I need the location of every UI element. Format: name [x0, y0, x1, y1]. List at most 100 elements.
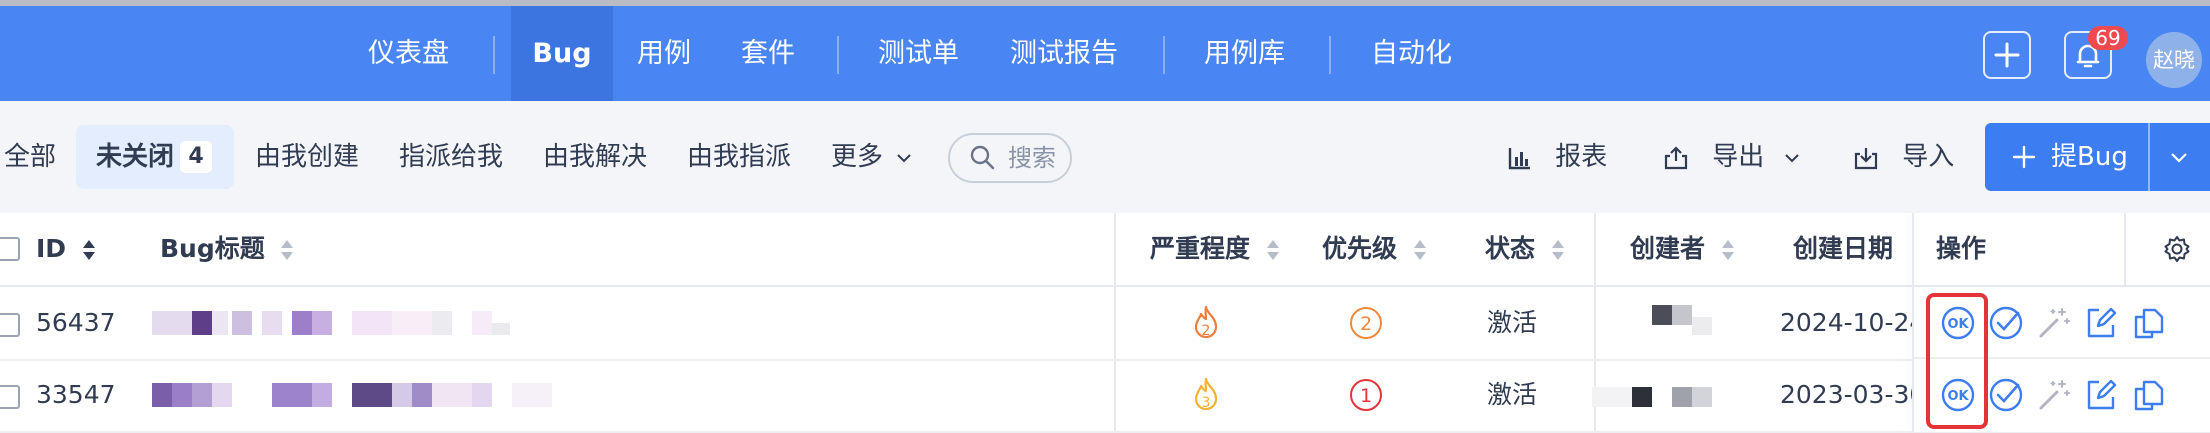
highlight-box [1926, 293, 1988, 429]
bug-table: ID Bug标题 严重程度 优先级 状态 创建者 创建日期 56437 2 2 … [0, 213, 2210, 433]
priority-value: 2 [1360, 313, 1372, 335]
filter-assigned-by-me[interactable]: 由我指派 [687, 101, 791, 213]
top-navigation: 仪表盘 Bug 用例 套件 测试单 测试报告 用例库 自动化 69 赵晓 [0, 6, 2210, 101]
search-icon [970, 145, 995, 170]
create-bug-button[interactable]: 提Bug [1985, 123, 2210, 191]
notification-count-badge: 69 [2088, 26, 2128, 50]
row-checkbox[interactable] [0, 313, 20, 337]
nav-suites[interactable]: 套件 [741, 6, 795, 101]
export-button[interactable]: 导出 [1662, 101, 1801, 213]
col-status[interactable]: 状态 [1485, 213, 1566, 285]
resolve-check-icon[interactable] [1987, 376, 2025, 414]
severity-value: 3 [1202, 395, 1211, 411]
select-all-checkbox[interactable] [0, 237, 20, 261]
copy-icon[interactable] [2130, 376, 2168, 414]
nav-separator [493, 36, 495, 74]
col-created-date-label: 创建日期 [1793, 234, 1894, 263]
assign-wand-icon[interactable] [2035, 304, 2073, 342]
col-id[interactable]: ID [36, 213, 97, 285]
nav-bug[interactable]: Bug [511, 6, 613, 101]
create-bug-label: 提Bug [2051, 142, 2128, 172]
sort-icon [1413, 240, 1426, 260]
filter-more[interactable]: 更多 [831, 101, 913, 213]
nav-test-reports[interactable]: 测试报告 [1010, 6, 1118, 101]
priority-value: 1 [1360, 385, 1372, 407]
col-actions-label: 操作 [1936, 234, 1987, 263]
edit-icon[interactable] [2082, 376, 2120, 414]
filter-unclosed-label: 未关闭 [96, 142, 175, 172]
search-input[interactable]: 搜索 [948, 133, 1072, 183]
nav-case-library[interactable]: 用例库 [1204, 6, 1285, 101]
column-divider [2124, 213, 2126, 285]
filter-more-label: 更多 [831, 142, 884, 172]
col-severity-label: 严重程度 [1150, 234, 1251, 263]
severity-flame-icon: 3 [1194, 377, 1218, 411]
chevron-down-icon [1784, 153, 1799, 162]
created-date: 2023-03-30 [1780, 380, 1926, 409]
report-label: 报表 [1555, 142, 1608, 172]
severity-flame-icon: 2 [1194, 305, 1218, 339]
table-row[interactable]: 33547 3 1 激活 2023-03-30 [0, 359, 2210, 433]
filter-unclosed[interactable]: 未关闭 4 [76, 125, 234, 189]
filter-created-by-me[interactable]: 由我创建 [255, 101, 359, 213]
bar-chart-icon [1508, 147, 1530, 169]
status-text: 激活 [1487, 380, 1538, 409]
col-severity[interactable]: 严重程度 [1150, 213, 1281, 285]
col-creator[interactable]: 创建者 [1630, 213, 1736, 285]
sort-icon [1721, 240, 1734, 260]
table-header: ID Bug标题 严重程度 优先级 状态 创建者 创建日期 [0, 213, 2210, 287]
filter-toolbar: 全部 未关闭 4 由我创建 指派给我 由我解决 由我指派 更多 搜索 报表 导出… [0, 101, 2210, 213]
plus-icon [2012, 145, 2036, 169]
import-icon [1854, 147, 1878, 169]
nav-cases[interactable]: 用例 [637, 6, 691, 101]
import-button[interactable]: 导入 [1852, 101, 1954, 213]
report-button[interactable]: 报表 [1507, 101, 1607, 213]
avatar[interactable]: 赵晓 [2146, 32, 2202, 88]
chevron-down-icon[interactable] [2169, 147, 2189, 167]
actions-column-divider [1912, 213, 1914, 432]
nav-separator [1163, 36, 1165, 74]
edit-icon[interactable] [2082, 304, 2120, 342]
priority-circle-icon: 1 [1350, 379, 1382, 411]
row-checkbox[interactable] [0, 385, 20, 409]
col-priority-label: 优先级 [1322, 234, 1398, 263]
status-text: 激活 [1487, 308, 1538, 337]
settings-gear-icon[interactable] [2162, 234, 2192, 264]
nav-separator [837, 36, 839, 74]
bug-id[interactable]: 56437 [36, 287, 116, 359]
import-label: 导入 [1902, 142, 1955, 172]
col-created-date[interactable]: 创建日期 [1793, 213, 1893, 285]
filter-assigned-to-me[interactable]: 指派给我 [399, 101, 503, 213]
sort-icon [281, 240, 294, 260]
copy-icon[interactable] [2130, 304, 2168, 342]
col-creator-label: 创建者 [1630, 234, 1706, 263]
sort-icon [82, 240, 95, 260]
export-label: 导出 [1712, 142, 1765, 172]
search-placeholder: 搜索 [1008, 144, 1056, 172]
nav-dashboard[interactable]: 仪表盘 [368, 6, 449, 101]
chevron-down-icon [897, 153, 911, 162]
priority-circle-icon: 2 [1350, 307, 1382, 339]
nav-automation[interactable]: 自动化 [1371, 6, 1452, 101]
plus-icon [1994, 42, 2020, 68]
col-title-label: Bug标题 [160, 234, 265, 263]
severity-value: 2 [1202, 323, 1211, 339]
col-status-label: 状态 [1485, 234, 1536, 263]
sort-icon [1551, 240, 1564, 260]
export-icon [1664, 145, 1688, 169]
created-date: 2024-10-24 [1780, 308, 1926, 337]
filter-resolved-by-me[interactable]: 由我解决 [543, 101, 647, 213]
filter-all[interactable]: 全部 [4, 101, 56, 213]
filter-count-badge: 4 [180, 141, 212, 173]
add-button[interactable] [1983, 31, 2031, 79]
assign-wand-icon[interactable] [2035, 376, 2073, 414]
col-title[interactable]: Bug标题 [160, 213, 295, 285]
col-priority[interactable]: 优先级 [1322, 213, 1428, 285]
bug-id[interactable]: 33547 [36, 359, 116, 431]
button-split-divider [2148, 123, 2150, 191]
table-row[interactable]: 56437 2 2 激活 2024-10-24 [0, 287, 2210, 361]
resolve-check-icon[interactable] [1987, 304, 2025, 342]
col-id-label: ID [36, 234, 67, 263]
sort-icon [1266, 240, 1279, 260]
nav-test-runs[interactable]: 测试单 [878, 6, 959, 101]
